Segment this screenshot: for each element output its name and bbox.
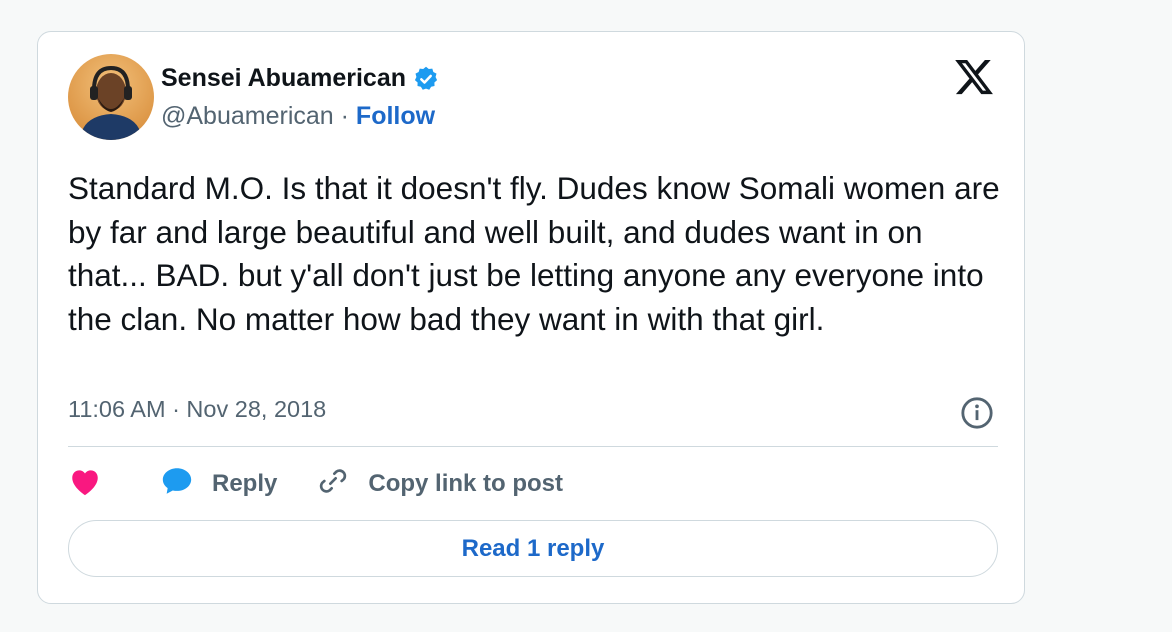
- info-icon[interactable]: [960, 396, 994, 430]
- tweet-text: Standard M.O. Is that it doesn't fly. Du…: [68, 170, 1000, 337]
- author-row: Sensei Abuamerican: [161, 64, 440, 93]
- handle-row: @Abuamerican · Follow: [161, 102, 435, 131]
- read-replies-label: Read 1 reply: [461, 534, 605, 562]
- x-logo-icon[interactable]: [953, 56, 995, 98]
- reply-label: Reply: [212, 470, 278, 497]
- follow-button[interactable]: Follow: [356, 102, 435, 130]
- tweet-timestamp[interactable]: 11:06 AM · Nov 28, 2018: [68, 396, 326, 423]
- speech-bubble-icon: [160, 465, 194, 504]
- avatar[interactable]: [68, 54, 154, 140]
- read-replies-button[interactable]: Read 1 reply: [68, 520, 998, 577]
- link-icon: [317, 465, 349, 504]
- tweet-embed-card: Sensei Abuamerican @Abuamerican · Follow…: [37, 31, 1025, 604]
- verified-badge-icon: [412, 65, 440, 93]
- author-name[interactable]: Sensei Abuamerican: [161, 64, 406, 93]
- copy-link-button[interactable]: Copy link to post: [317, 465, 563, 504]
- like-button[interactable]: [68, 465, 102, 504]
- copy-link-label: Copy link to post: [368, 470, 564, 497]
- separator-dot: ·: [340, 102, 349, 130]
- reply-button[interactable]: Reply: [160, 465, 277, 504]
- author-handle[interactable]: @Abuamerican: [161, 102, 334, 130]
- heart-icon: [68, 465, 102, 504]
- divider: [68, 446, 998, 447]
- action-bar: Reply Copy link to post: [68, 464, 563, 504]
